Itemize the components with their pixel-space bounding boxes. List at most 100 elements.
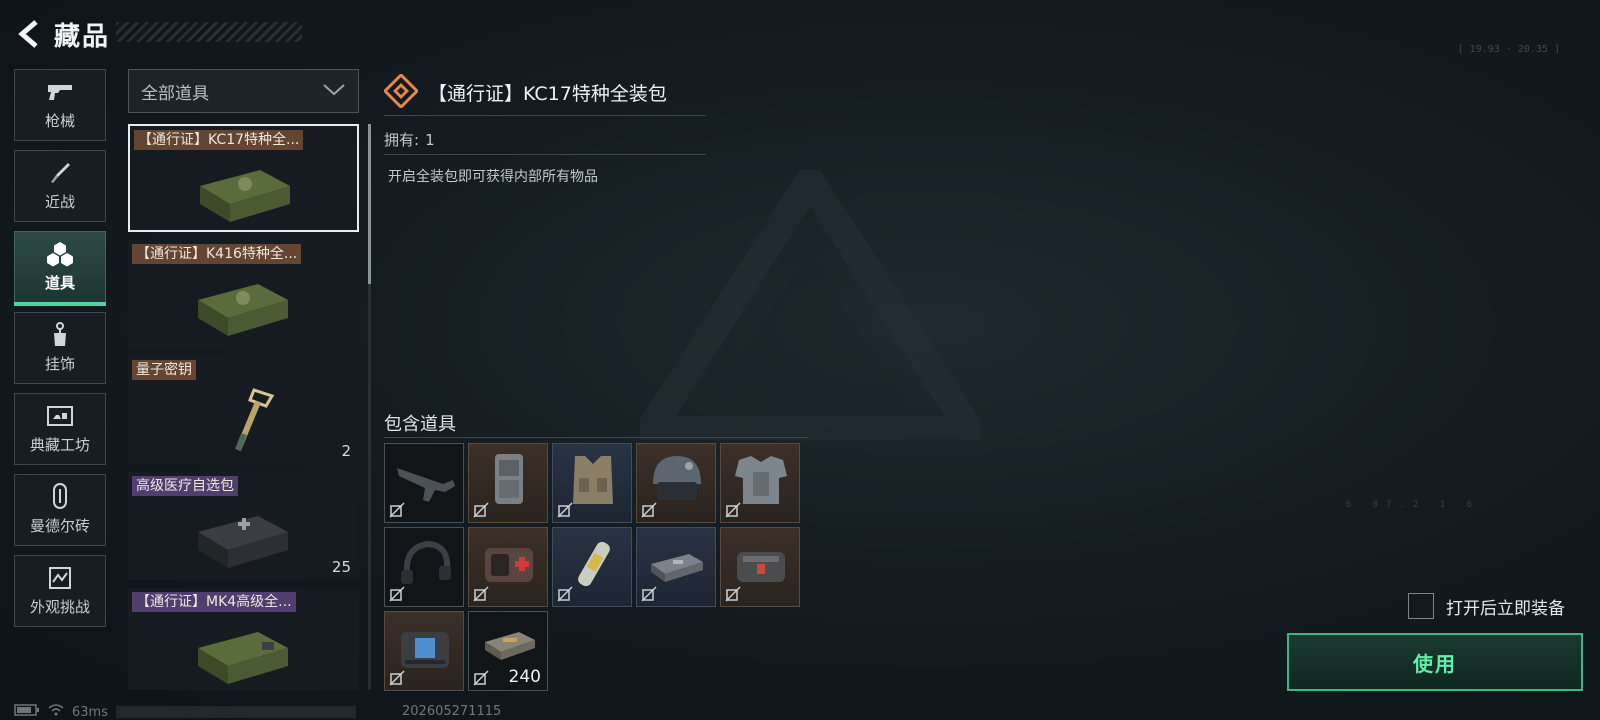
item-list-scrollbar[interactable]: [368, 124, 371, 690]
item-description: 开启全装包即可获得内部所有物品: [388, 169, 598, 185]
status-bar: 63ms: [14, 704, 356, 720]
no-trade-icon: [389, 586, 405, 602]
background-ticks: 6 07.2 1 6: [1345, 500, 1480, 510]
crate-image: [200, 170, 290, 222]
equip-checkbox[interactable]: [1408, 593, 1434, 619]
category-filter-dropdown[interactable]: 全部道具: [128, 69, 359, 113]
content-slot-body-armor[interactable]: [720, 443, 800, 523]
category-sidebar: 枪械 近战 道具 挂饰 典藏工坊 曼德尔砖 外观挑战: [14, 69, 106, 636]
knife-icon: [45, 161, 75, 185]
medkit-icon: [485, 548, 533, 582]
item-name: 【通行证】MK4高级全...: [132, 592, 296, 612]
content-slot-injector[interactable]: [552, 527, 632, 607]
charm-icon: [45, 321, 75, 347]
detail-title: 【通行证】KC17特种全装包: [428, 83, 667, 105]
crate-image: [198, 284, 288, 336]
content-slot-ammo-box[interactable]: 240: [468, 611, 548, 691]
no-trade-icon: [389, 502, 405, 518]
sidebar-item-label: 曼德尔砖: [29, 516, 90, 535]
sidebar-item-label: 挂饰: [44, 354, 75, 373]
gun-icon: [45, 80, 75, 104]
no-trade-icon: [641, 502, 657, 518]
item-name: 【通行证】KC17特种全...: [134, 130, 304, 150]
content-slot-medkit[interactable]: [468, 527, 548, 607]
sidebar-item-label: 枪械: [44, 111, 75, 130]
list-item[interactable]: 【通行证】MK4高级全...: [128, 588, 359, 690]
slot-quantity: 240: [508, 667, 541, 687]
list-item[interactable]: 量子密钥 2: [128, 356, 359, 464]
rarity-diamond-icon: [382, 72, 420, 112]
content-slot-chest-rig[interactable]: [552, 443, 632, 523]
no-trade-icon: [473, 670, 489, 686]
owned-label: 拥有:: [384, 131, 420, 149]
backpack-icon: [495, 454, 523, 504]
use-button[interactable]: 使用: [1287, 633, 1583, 691]
background-logo: [640, 170, 980, 440]
equip-label: 打开后立即装备: [1446, 598, 1565, 619]
no-trade-icon: [557, 502, 573, 518]
content-slot-helmet[interactable]: [636, 443, 716, 523]
sidebar-item-guns[interactable]: 枪械: [14, 69, 106, 141]
background-coords: [ 19.93 · 20.35 ]: [1457, 44, 1560, 55]
brick-icon: [45, 482, 75, 509]
item-list[interactable]: 【通行证】KC17特种全... 【通行证】K416特种全... 量子密钥 2 高…: [128, 124, 359, 690]
item-name: 量子密钥: [132, 360, 196, 380]
item-count: 25: [331, 558, 351, 576]
no-trade-icon: [473, 586, 489, 602]
item-name: 高级医疗自选包: [132, 476, 238, 496]
list-item[interactable]: 【通行证】KC17特种全...: [128, 124, 359, 232]
sidebar-item-workshop[interactable]: 典藏工坊: [14, 393, 106, 465]
sidebar-item-charms[interactable]: 挂饰: [14, 312, 106, 384]
rifle-icon: [397, 468, 455, 502]
filter-selected-value: 全部道具: [141, 83, 209, 104]
key-image: [235, 388, 275, 452]
crate-image: [198, 632, 288, 684]
content-slot-device-pouch[interactable]: [384, 611, 464, 691]
props-icon: [45, 241, 75, 266]
page-title: 藏品: [54, 21, 111, 52]
injector-icon: [578, 541, 610, 587]
list-item[interactable]: 高级医疗自选包 25: [128, 472, 359, 580]
battery-icon: [14, 704, 40, 720]
owned-value: 1: [425, 130, 435, 149]
header: 藏品: [14, 14, 110, 54]
use-button-label: 使用: [1413, 651, 1457, 676]
sidebar-item-melee[interactable]: 近战: [14, 150, 106, 222]
owned-count: 拥有: 1: [384, 125, 706, 155]
back-arrow-icon[interactable]: [14, 17, 44, 51]
detail-header: 【通行证】KC17特种全装包: [382, 70, 706, 116]
headset-icon: [401, 540, 451, 584]
content-slot-backpack[interactable]: [468, 443, 548, 523]
item-name: 【通行证】K416特种全...: [132, 244, 302, 264]
content-slot-rifle[interactable]: [384, 443, 464, 523]
helmet-icon: [653, 456, 701, 500]
challenge-icon: [45, 566, 75, 590]
chevron-down-icon: [322, 82, 346, 101]
sidebar-item-props[interactable]: 道具: [14, 231, 106, 306]
content-slot-headset[interactable]: [384, 527, 464, 607]
medical-case-image: [198, 516, 288, 568]
blurred-status: [115, 706, 356, 718]
sidebar-item-bricks[interactable]: 曼德尔砖: [14, 474, 106, 546]
wifi-icon: [48, 704, 64, 720]
no-trade-icon: [725, 586, 741, 602]
contents-heading: 包含道具: [384, 414, 456, 435]
chest-rig-icon: [573, 456, 613, 504]
item-count: 2: [341, 442, 351, 460]
sidebar-item-label: 典藏工坊: [29, 435, 90, 454]
sidebar-item-label: 道具: [44, 273, 75, 292]
sidebar-item-label: 外观挑战: [29, 597, 90, 616]
workshop-icon: [45, 404, 75, 428]
contents-divider: [384, 437, 808, 438]
content-slot-bandage[interactable]: [636, 527, 716, 607]
build-version: 202605271115: [402, 704, 502, 719]
sidebar-item-label: 近战: [44, 192, 75, 211]
bandage-icon: [651, 554, 703, 582]
sidebar-item-challenges[interactable]: 外观挑战: [14, 555, 106, 627]
list-item[interactable]: 【通行证】K416特种全...: [128, 240, 359, 348]
no-trade-icon: [557, 586, 573, 602]
scroll-thumb[interactable]: [368, 124, 371, 284]
no-trade-icon: [641, 586, 657, 602]
equip-after-open-toggle[interactable]: 打开后立即装备: [1408, 593, 1565, 619]
content-slot-med-pouch[interactable]: [720, 527, 800, 607]
